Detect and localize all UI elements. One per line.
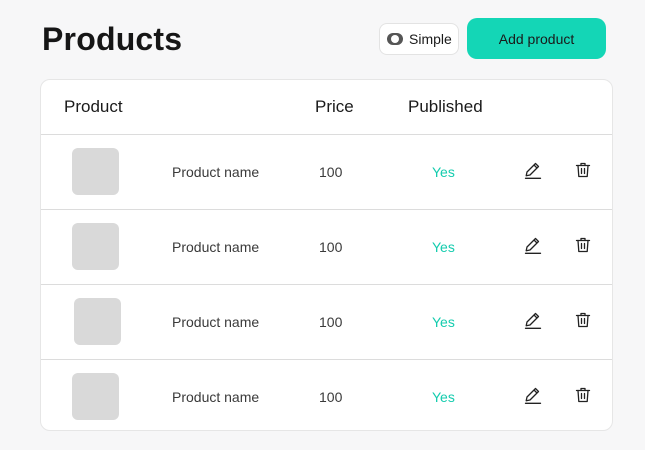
product-thumbnail (74, 298, 121, 345)
product-thumbnail (72, 148, 119, 195)
table-header: Product Price Published (41, 80, 612, 135)
product-name: Product name (172, 239, 260, 255)
product-published: Yes (432, 164, 455, 180)
pencil-icon[interactable] (523, 385, 543, 405)
table-row: Product name 100 Yes (41, 135, 612, 210)
product-price: 100 (319, 389, 343, 405)
product-published: Yes (432, 239, 455, 255)
simple-toggle-label: Simple (409, 31, 452, 47)
product-price: 100 (319, 314, 343, 330)
column-header-published: Published (408, 97, 483, 116)
product-name: Product name (172, 314, 260, 330)
trash-icon[interactable] (573, 235, 593, 255)
product-price: 100 (319, 164, 343, 180)
table-row: Product name 100 Yes (41, 210, 612, 285)
product-published: Yes (432, 314, 455, 330)
column-header-price: Price (315, 97, 354, 116)
product-name: Product name (172, 389, 260, 405)
toggle-switch-icon (387, 33, 403, 45)
product-published: Yes (432, 389, 455, 405)
product-thumbnail (72, 373, 119, 420)
page-title: Products (42, 21, 183, 57)
table-row: Product name 100 Yes (41, 285, 612, 360)
product-price: 100 (319, 239, 343, 255)
pencil-icon[interactable] (523, 310, 543, 330)
trash-icon[interactable] (573, 385, 593, 405)
table-row: Product name 100 Yes (41, 360, 612, 430)
trash-icon[interactable] (573, 160, 593, 180)
column-header-product: Product (64, 97, 123, 116)
product-name: Product name (172, 164, 260, 180)
pencil-icon[interactable] (523, 160, 543, 180)
pencil-icon[interactable] (523, 235, 543, 255)
simple-toggle[interactable]: Simple (379, 23, 459, 55)
product-thumbnail (72, 223, 119, 270)
add-product-button[interactable]: Add product (467, 18, 606, 59)
products-table: Product Price Published Product name 100… (40, 79, 613, 431)
trash-icon[interactable] (573, 310, 593, 330)
